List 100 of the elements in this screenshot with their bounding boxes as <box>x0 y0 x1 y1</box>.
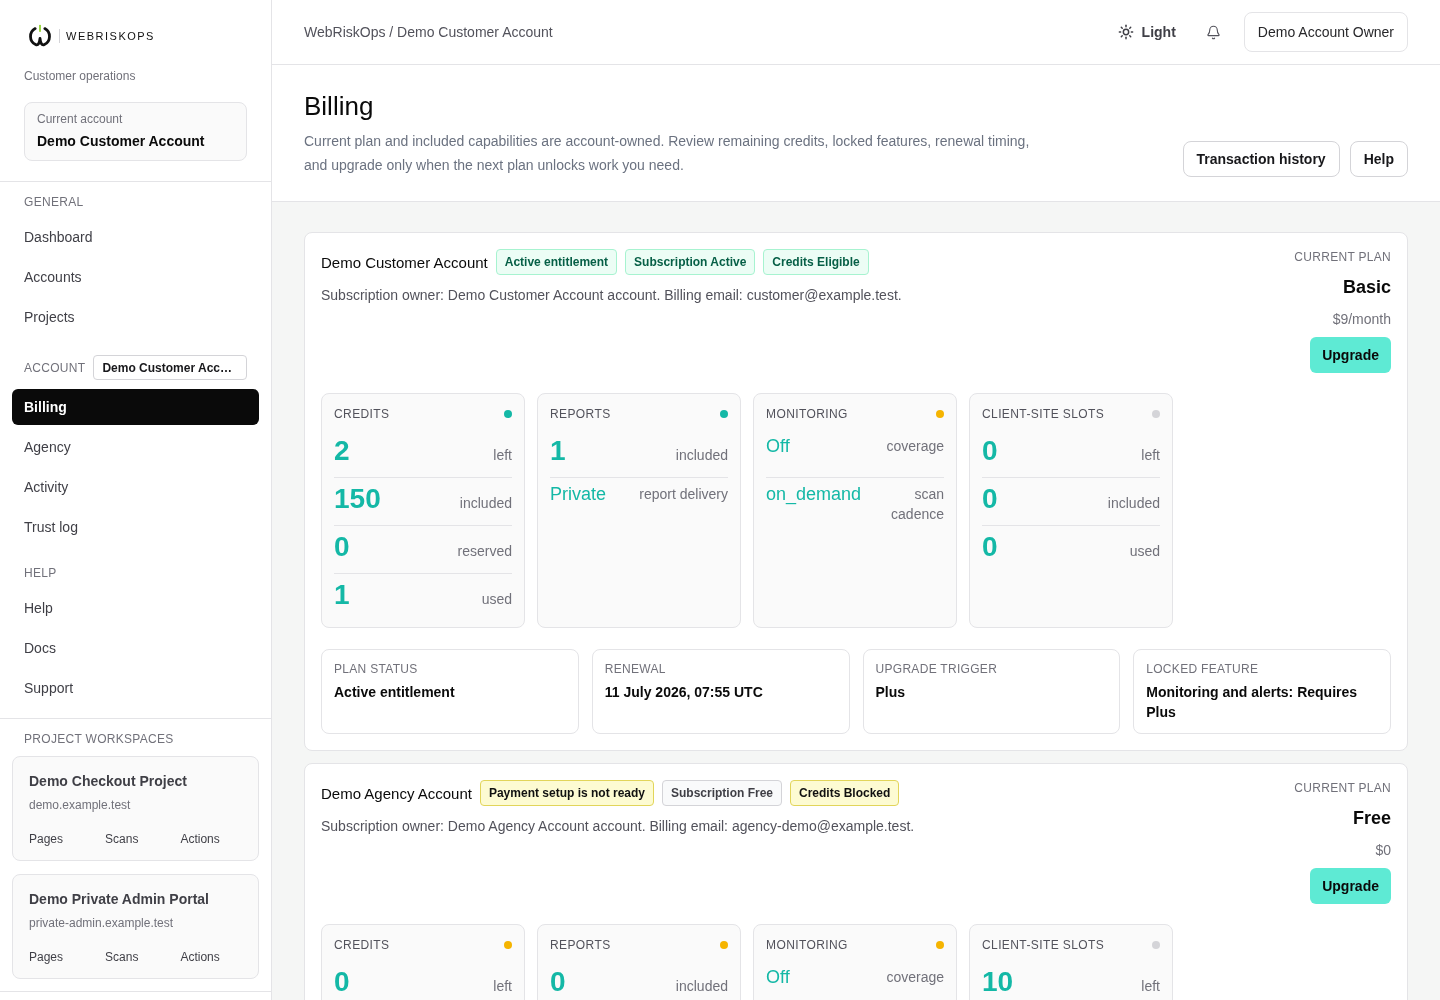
tile-title: REPORTS <box>550 937 611 953</box>
metric-value: 0 <box>982 484 998 514</box>
metric-label: left <box>493 977 512 996</box>
metric-value: 0 <box>334 532 350 562</box>
metric-value: 1 <box>550 436 566 466</box>
project-link[interactable]: Scans <box>105 831 139 847</box>
metric-label: scan cadence <box>890 485 944 524</box>
brand-name: WEBRISKOPS <box>66 29 155 43</box>
account-chip: Demo Customer Acc… <box>93 355 247 380</box>
theme-toggle[interactable]: Light <box>1109 16 1184 48</box>
nav-item[interactable]: Projects <box>12 299 259 335</box>
project-link[interactable]: Actions <box>180 831 220 847</box>
nav-item[interactable]: Activity <box>12 469 259 505</box>
sidebar-subtitle: Customer operations <box>24 68 137 84</box>
project-link[interactable]: Pages <box>29 949 64 965</box>
header-action-button[interactable]: Help <box>1349 141 1408 177</box>
logo-icon <box>28 24 52 48</box>
tile-title: CLIENT-SITE SLOTS <box>982 937 1105 953</box>
page-title: Billing <box>304 90 375 122</box>
tile-title: CREDITS <box>334 406 390 422</box>
owner-text: Subscription owner: Demo Customer Account account. Billing email: customer@example.test. <box>321 286 902 305</box>
plan-price: $9/month <box>1332 310 1391 329</box>
nav-item[interactable]: Billing <box>12 389 259 425</box>
upgrade-button[interactable]: Upgrade <box>1310 868 1391 904</box>
header-action-button[interactable]: Transaction history <box>1182 141 1340 177</box>
metric-value: 0 <box>982 436 998 466</box>
metric-value: 2 <box>334 436 350 466</box>
tile-title: CLIENT-SITE SLOTS <box>982 406 1105 422</box>
nav-item[interactable]: Support <box>12 670 259 706</box>
project-name: Demo Checkout Project <box>29 772 188 791</box>
metric-label: coverage <box>886 968 944 987</box>
user-menu-button[interactable]: Demo Account Owner <box>1243 12 1408 52</box>
upgrade-button[interactable]: Upgrade <box>1310 337 1391 373</box>
metric-value: Private <box>550 483 607 506</box>
metric-label: left <box>493 446 512 465</box>
nav-item[interactable]: Trust log <box>12 509 259 545</box>
project-link[interactable]: Actions <box>180 949 220 965</box>
status-badge: Subscription Free <box>662 780 782 806</box>
summary-value: 11 July 2026, 07:55 UTC <box>604 683 764 702</box>
metric-value: on_demand <box>766 483 862 506</box>
section-label: HELP <box>24 565 57 581</box>
current-account-label: Current account <box>37 111 124 127</box>
metric-label: coverage <box>886 437 944 456</box>
plan-name: Free <box>1352 807 1391 830</box>
metric-value: 10 <box>982 967 1014 997</box>
account-name: Demo Agency Account <box>321 784 472 802</box>
tile-title: CREDITS <box>334 937 390 953</box>
nav-item[interactable]: Dashboard <box>12 219 259 255</box>
status-badge: Active entitlement <box>495 249 618 275</box>
tile-title: MONITORING <box>766 937 848 953</box>
page-description: Current plan and included capabilities are account-owned. Review remaining credits, locked features, renewal timing, and upgrade only when the next plan unlocks work you need. <box>304 132 1031 175</box>
tile-title: REPORTS <box>550 406 611 422</box>
metric-value: 0 <box>982 532 998 562</box>
summary-value: Active entitlement <box>334 683 456 702</box>
metric-value: Off <box>766 966 790 989</box>
sun-icon <box>1117 24 1134 40</box>
section-label: ACCOUNT <box>24 359 86 376</box>
metric-label: used <box>481 590 512 609</box>
nav-item[interactable]: Accounts <box>12 259 259 295</box>
account-name: Demo Customer Account <box>321 253 488 271</box>
metric-label: left <box>1141 977 1160 996</box>
project-name: Demo Private Admin Portal <box>29 890 210 909</box>
metric-label: included <box>675 446 728 465</box>
project-domain: private-admin.example.test <box>29 915 175 931</box>
summary-label: UPGRADE TRIGGER <box>875 661 999 677</box>
project-domain: demo.example.test <box>29 797 132 813</box>
summary-label: PLAN STATUS <box>334 661 419 677</box>
metric-value: Off <box>766 435 790 458</box>
metric-label: report delivery <box>639 485 728 504</box>
metric-value: 150 <box>334 484 381 514</box>
breadcrumb: WebRiskOps / Demo Customer Account <box>304 24 553 40</box>
bell-icon[interactable] <box>1206 24 1222 40</box>
plan-label: CURRENT PLAN <box>1294 780 1391 796</box>
metric-value: 1 <box>334 580 350 610</box>
metric-label: included <box>1107 494 1160 513</box>
status-badge: Payment setup is not ready <box>479 780 654 806</box>
plan-label: CURRENT PLAN <box>1294 249 1391 265</box>
nav-item[interactable]: Docs <box>12 630 259 666</box>
metric-value: 0 <box>550 967 566 997</box>
current-account-name: Demo Customer Account <box>37 132 206 151</box>
summary-label: RENEWAL <box>604 661 667 677</box>
owner-text: Subscription owner: Demo Agency Account account. Billing email: agency-demo@example.test. <box>321 817 915 836</box>
metric-value: 0 <box>334 967 350 997</box>
plan-price: $0 <box>1375 841 1391 860</box>
status-badge: Credits Blocked <box>790 780 900 806</box>
metric-label: reserved <box>457 542 512 561</box>
nav-item[interactable]: Help <box>12 590 259 626</box>
status-badge: Subscription Active <box>625 249 756 275</box>
metric-label: left <box>1141 446 1160 465</box>
summary-value: Monitoring and alerts: Requires Plus <box>1146 683 1359 722</box>
project-link[interactable]: Scans <box>105 949 139 965</box>
plan-name: Basic <box>1342 276 1391 299</box>
nav-item[interactable]: Agency <box>12 429 259 465</box>
project-link[interactable]: Pages <box>29 831 64 847</box>
status-badge: Credits Eligible <box>763 249 869 275</box>
section-label: PROJECT WORKSPACES <box>23 731 175 747</box>
metric-label: included <box>675 977 728 996</box>
section-label: GENERAL <box>24 194 84 210</box>
summary-value: Plus <box>875 683 907 702</box>
metric-label: used <box>1129 542 1160 561</box>
